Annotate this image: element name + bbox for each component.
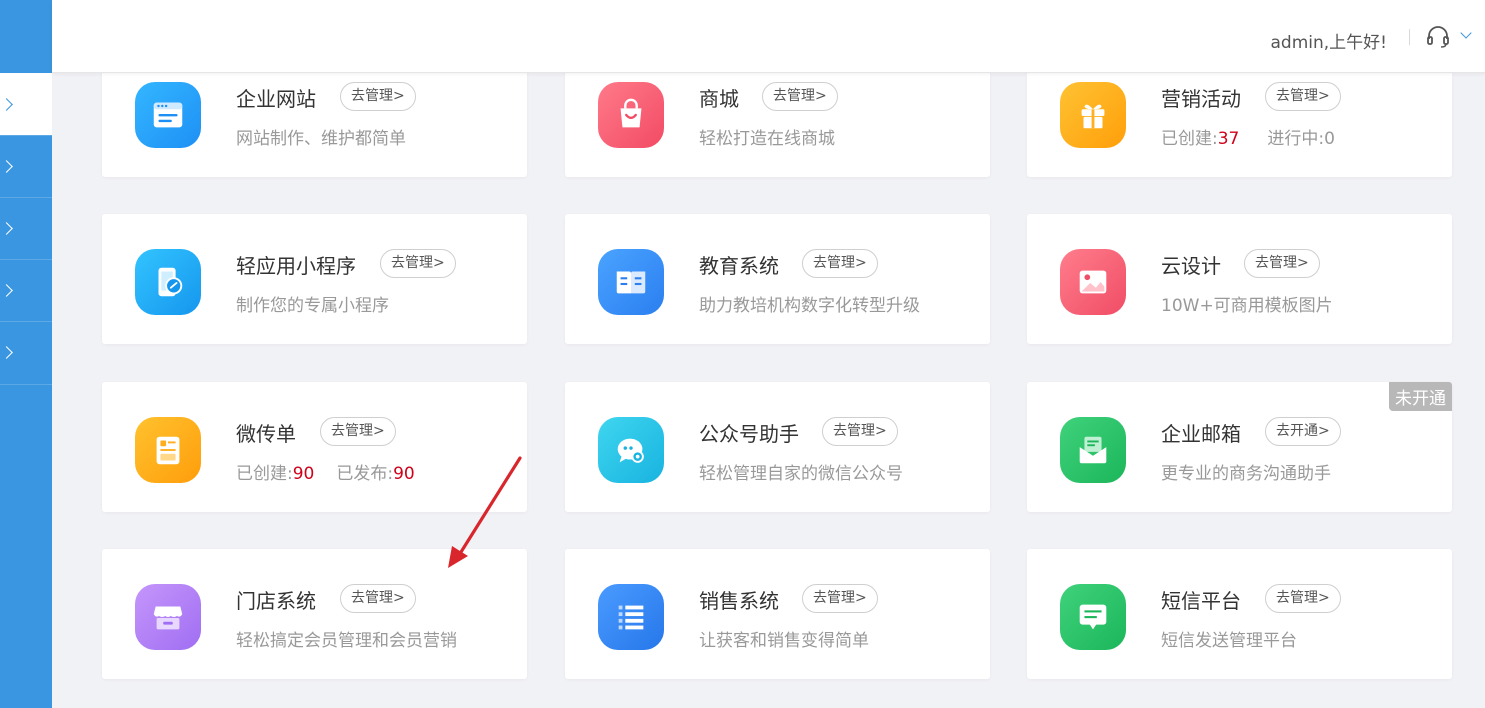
chevron-right-icon	[0, 345, 13, 359]
card-title: 商城	[699, 87, 739, 111]
card-description: 10W+可商用模板图片	[1161, 296, 1333, 316]
flyer-document-icon	[135, 417, 201, 483]
card-title: 云设计	[1161, 254, 1221, 278]
browser-window-icon	[135, 82, 201, 148]
card-title: 企业邮箱	[1161, 422, 1241, 446]
card-sms[interactable]: 短信平台 去管理> 短信发送管理平台	[1027, 549, 1452, 679]
sidebar-item-5[interactable]	[0, 321, 52, 383]
chevron-right-icon	[0, 283, 13, 297]
card-title: 营销活动	[1161, 87, 1241, 111]
activate-button[interactable]: 去开通>	[1265, 417, 1341, 446]
user-greeting[interactable]: admin,上午好!	[1271, 28, 1388, 53]
manage-button[interactable]: 去管理>	[340, 82, 416, 111]
image-icon	[1060, 249, 1126, 315]
card-title: 教育系统	[699, 254, 779, 278]
published-count: 90	[393, 464, 415, 484]
card-mall[interactable]: 商城 去管理> 轻松打造在线商城	[565, 60, 990, 177]
manage-button[interactable]: 去管理>	[1265, 584, 1341, 613]
envelope-icon	[1060, 417, 1126, 483]
manage-button[interactable]: 去管理>	[802, 584, 878, 613]
manage-button[interactable]: 去管理>	[802, 249, 878, 278]
manage-button[interactable]: 去管理>	[380, 249, 456, 278]
chevron-right-icon	[0, 97, 13, 111]
created-label: 已创建:	[1161, 129, 1218, 149]
card-title: 门店系统	[236, 589, 316, 613]
headset-icon[interactable]	[1425, 24, 1451, 50]
card-sales[interactable]: 销售系统 去管理> 让获客和销售变得简单	[565, 549, 990, 679]
created-label: 已创建:	[236, 464, 293, 484]
manage-button[interactable]: 去管理>	[1244, 249, 1320, 278]
sidebar-item-2[interactable]	[0, 135, 52, 197]
card-marketing[interactable]: 营销活动 去管理> 已创建:37 进行中:0	[1027, 60, 1452, 177]
card-description: 轻松搞定会员管理和会员营销	[236, 631, 457, 651]
shopping-bag-icon	[598, 82, 664, 148]
chevron-right-icon	[0, 221, 13, 235]
card-description: 轻松管理自家的微信公众号	[699, 464, 903, 484]
published-label: 已发布:	[336, 464, 394, 484]
chevron-right-icon	[0, 159, 13, 173]
card-description: 网站制作、维护都简单	[236, 129, 406, 149]
list-icon	[598, 584, 664, 650]
card-title: 微传单	[236, 422, 296, 446]
annotation-arrow-icon	[448, 456, 522, 568]
ongoing-count: 0	[1324, 129, 1335, 149]
phone-link-icon	[135, 249, 201, 315]
message-icon	[1060, 584, 1126, 650]
card-description: 让获客和销售变得简单	[699, 631, 869, 651]
card-description: 制作您的专属小程序	[236, 296, 389, 316]
card-stats: 已创建:37 进行中:0	[1161, 124, 1335, 149]
manage-button[interactable]: 去管理>	[1265, 82, 1341, 111]
header-divider	[1409, 29, 1410, 45]
card-design[interactable]: 云设计 去管理> 10W+可商用模板图片	[1027, 214, 1452, 344]
card-description: 助力教培机构数字化转型升级	[699, 296, 920, 316]
card-description: 更专业的商务沟通助手	[1161, 464, 1331, 484]
gift-icon	[1060, 82, 1126, 148]
card-miniapp[interactable]: 轻应用小程序 去管理> 制作您的专属小程序	[102, 214, 527, 344]
manage-button[interactable]: 去管理>	[762, 82, 838, 111]
card-title: 销售系统	[699, 589, 779, 613]
card-stats: 已创建:90 已发布:90	[236, 459, 415, 484]
manage-button[interactable]: 去管理>	[320, 417, 396, 446]
created-count: 37	[1217, 129, 1240, 149]
sidebar-item-4[interactable]	[0, 259, 52, 321]
card-description: 短信发送管理平台	[1161, 631, 1297, 651]
card-title: 轻应用小程序	[236, 254, 356, 278]
card-description: 轻松打造在线商城	[699, 129, 835, 149]
card-title: 企业网站	[236, 87, 316, 111]
card-title: 短信平台	[1161, 589, 1241, 613]
sidebar-divider	[0, 384, 52, 385]
storefront-icon	[135, 584, 201, 650]
sidebar	[0, 0, 52, 708]
manage-button[interactable]: 去管理>	[822, 417, 898, 446]
card-website[interactable]: 企业网站 去管理> 网站制作、维护都简单	[102, 60, 527, 177]
sidebar-item-3[interactable]	[0, 197, 52, 259]
sidebar-item-1[interactable]	[0, 73, 52, 135]
chat-bubble-gear-icon	[598, 417, 664, 483]
ongoing-label: 进行中:	[1267, 129, 1325, 149]
manage-button[interactable]: 去管理>	[340, 584, 416, 613]
not-activated-badge: 未开通	[1389, 382, 1452, 411]
created-count: 90	[292, 464, 315, 484]
card-title: 公众号助手	[699, 422, 799, 446]
card-wechat[interactable]: 公众号助手 去管理> 轻松管理自家的微信公众号	[565, 382, 990, 512]
open-book-icon	[598, 249, 664, 315]
top-header: admin,上午好!	[52, 0, 1485, 73]
card-mail[interactable]: 未开通 企业邮箱 去开通> 更专业的商务沟通助手	[1027, 382, 1452, 512]
card-education[interactable]: 教育系统 去管理> 助力教培机构数字化转型升级	[565, 214, 990, 344]
chevron-down-icon[interactable]	[1460, 27, 1472, 39]
